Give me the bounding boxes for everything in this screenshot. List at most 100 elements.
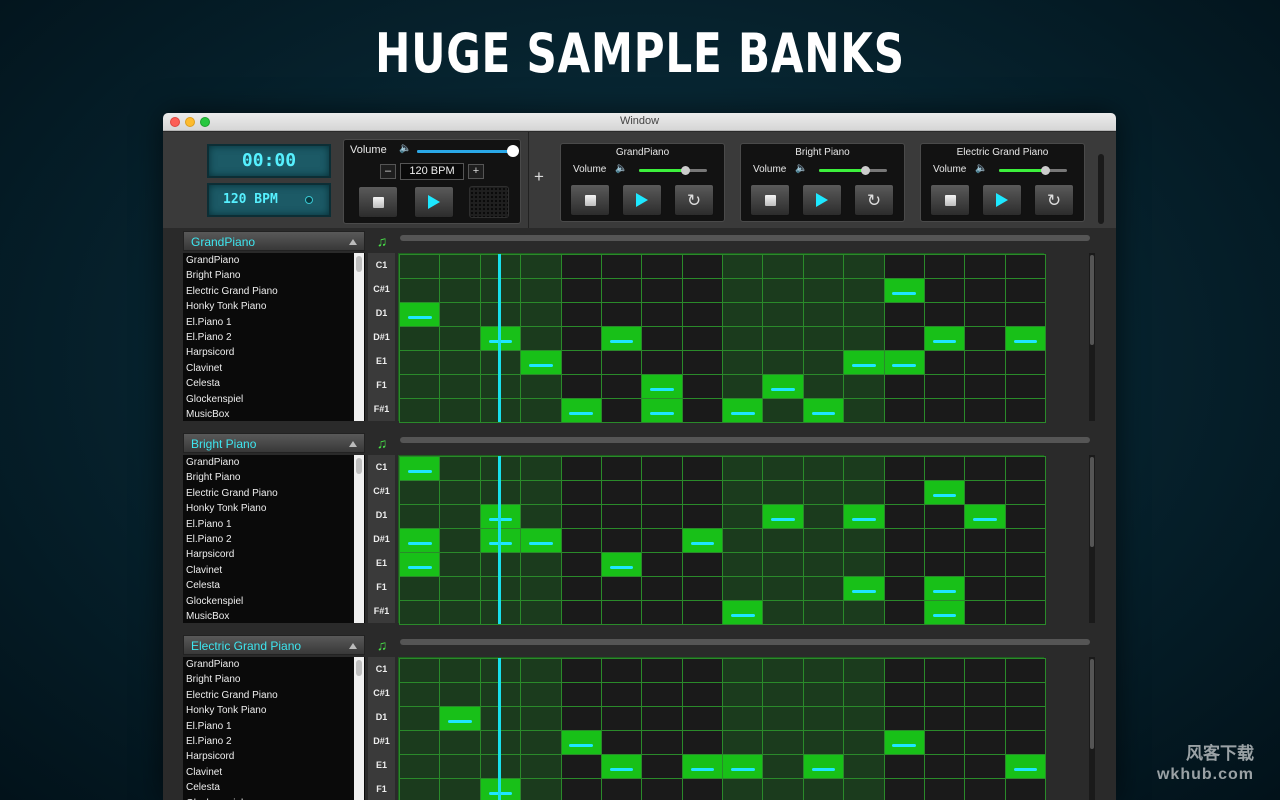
step-cell[interactable] xyxy=(681,302,723,327)
instrument-list-item[interactable]: GrandPiano xyxy=(183,455,365,470)
add-track-button[interactable]: + xyxy=(534,167,544,187)
step-cell-active[interactable] xyxy=(399,552,441,577)
step-cell[interactable] xyxy=(923,278,966,303)
step-cell[interactable] xyxy=(560,254,602,279)
step-cell[interactable] xyxy=(681,278,723,303)
step-cell-active[interactable] xyxy=(883,278,925,303)
step-cell-active[interactable] xyxy=(1004,754,1046,779)
step-cell[interactable] xyxy=(439,504,481,529)
step-cell[interactable] xyxy=(964,398,1006,423)
step-cell[interactable] xyxy=(722,682,764,707)
instrument-list-scrollbar[interactable] xyxy=(354,657,364,800)
step-cell[interactable] xyxy=(520,682,562,707)
instrument-list-item[interactable]: Harpsicord xyxy=(183,345,365,360)
mini-play-button[interactable] xyxy=(622,184,662,216)
instrument-select[interactable]: GrandPiano xyxy=(183,231,365,251)
instrument-list-item[interactable]: Glockenspiel xyxy=(183,392,365,407)
step-cell-active[interactable] xyxy=(722,398,764,423)
instrument-list-item[interactable]: Celesta xyxy=(183,376,365,391)
step-cell[interactable] xyxy=(883,576,925,601)
step-cell-active[interactable] xyxy=(1004,326,1046,351)
step-cell[interactable] xyxy=(802,302,845,327)
step-cell-active[interactable] xyxy=(399,528,441,553)
scrollbar-thumb[interactable] xyxy=(356,660,362,676)
step-cell[interactable] xyxy=(923,778,966,800)
step-cell[interactable] xyxy=(762,682,804,707)
step-cell[interactable] xyxy=(399,658,441,683)
grid-scrollbar[interactable] xyxy=(1089,455,1095,623)
step-cell[interactable] xyxy=(560,350,602,375)
step-cell[interactable] xyxy=(641,658,683,683)
step-cell[interactable] xyxy=(600,278,643,303)
step-cell-active[interactable] xyxy=(560,398,602,423)
step-cell[interactable] xyxy=(399,504,441,529)
instrument-list-item[interactable]: El.Piano 2 xyxy=(183,330,365,345)
step-cell[interactable] xyxy=(802,504,845,529)
step-cell[interactable] xyxy=(964,350,1006,375)
step-cell[interactable] xyxy=(600,658,643,683)
step-cell[interactable] xyxy=(843,682,885,707)
step-cell[interactable] xyxy=(600,682,643,707)
step-cell-active[interactable] xyxy=(600,326,643,351)
instrument-list-item[interactable]: El.Piano 2 xyxy=(183,532,365,547)
step-cell[interactable] xyxy=(399,350,441,375)
step-cell-active[interactable] xyxy=(681,528,723,553)
step-cell[interactable] xyxy=(681,398,723,423)
step-cell-active[interactable] xyxy=(843,576,885,601)
step-cell[interactable] xyxy=(1004,374,1046,399)
step-cell[interactable] xyxy=(439,398,481,423)
step-cell[interactable] xyxy=(964,682,1006,707)
step-cell[interactable] xyxy=(560,576,602,601)
step-cell[interactable] xyxy=(762,326,804,351)
step-cell-active[interactable] xyxy=(923,480,966,505)
step-cell[interactable] xyxy=(802,778,845,800)
step-cell[interactable] xyxy=(681,456,723,481)
step-cell[interactable] xyxy=(681,600,723,625)
mini-loop-button[interactable]: ↻ xyxy=(854,184,894,216)
step-cell-active[interactable] xyxy=(843,504,885,529)
step-cell[interactable] xyxy=(923,504,966,529)
instrument-list-item[interactable]: Clavinet xyxy=(183,765,365,780)
step-cell[interactable] xyxy=(1004,350,1046,375)
instrument-list-item[interactable]: El.Piano 1 xyxy=(183,719,365,734)
step-cell[interactable] xyxy=(439,278,481,303)
step-cell[interactable] xyxy=(964,278,1006,303)
step-cell[interactable] xyxy=(439,730,481,755)
step-cell-active[interactable] xyxy=(600,552,643,577)
step-cell[interactable] xyxy=(520,576,562,601)
scrollbar-thumb[interactable] xyxy=(1090,255,1094,345)
step-cell[interactable] xyxy=(681,658,723,683)
instrument-list-item[interactable]: MusicBox xyxy=(183,407,365,422)
step-cell[interactable] xyxy=(1004,658,1046,683)
step-cell[interactable] xyxy=(681,576,723,601)
step-cell[interactable] xyxy=(399,600,441,625)
step-cell[interactable] xyxy=(843,658,885,683)
step-cell[interactable] xyxy=(843,600,885,625)
step-cell[interactable] xyxy=(883,326,925,351)
step-cell[interactable] xyxy=(843,398,885,423)
step-cell[interactable] xyxy=(520,278,562,303)
step-cell[interactable] xyxy=(722,302,764,327)
step-cell-active[interactable] xyxy=(923,326,966,351)
step-cell[interactable] xyxy=(439,480,481,505)
step-cell[interactable] xyxy=(641,552,683,577)
step-cell[interactable] xyxy=(399,576,441,601)
step-cell[interactable] xyxy=(762,480,804,505)
instrument-list-item[interactable]: El.Piano 2 xyxy=(183,734,365,749)
step-cell[interactable] xyxy=(923,658,966,683)
instrument-list-item[interactable]: GrandPiano xyxy=(183,253,365,268)
step-cell[interactable] xyxy=(923,528,966,553)
step-cell[interactable] xyxy=(600,576,643,601)
step-cell[interactable] xyxy=(722,658,764,683)
scrollbar-thumb[interactable] xyxy=(356,458,362,474)
instrument-list-item[interactable]: Bright Piano xyxy=(183,268,365,283)
step-cell[interactable] xyxy=(1004,528,1046,553)
step-cell[interactable] xyxy=(600,778,643,800)
step-cell-active[interactable] xyxy=(399,302,441,327)
step-cell[interactable] xyxy=(560,326,602,351)
step-cell-active[interactable] xyxy=(883,350,925,375)
step-cell[interactable] xyxy=(520,706,562,731)
step-cell[interactable] xyxy=(923,350,966,375)
mini-volume-slider[interactable] xyxy=(819,166,887,175)
mini-loop-button[interactable]: ↻ xyxy=(1034,184,1074,216)
